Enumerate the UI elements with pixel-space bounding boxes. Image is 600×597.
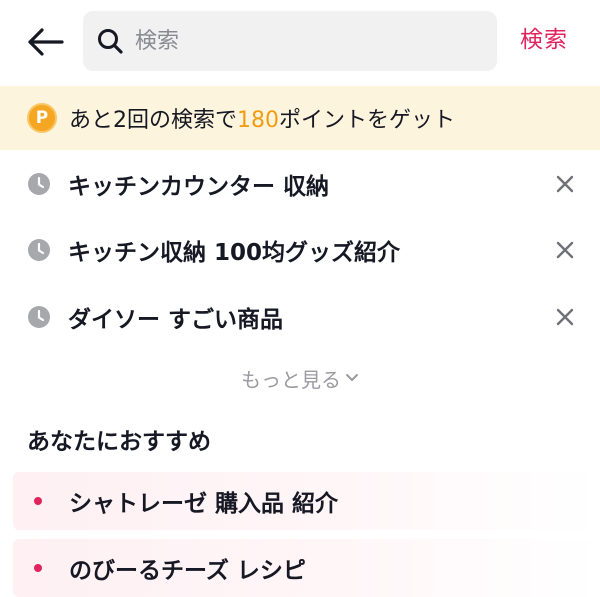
- points-amount: 180: [237, 108, 279, 133]
- close-icon: [556, 175, 574, 193]
- search-button[interactable]: 検索: [520, 22, 568, 58]
- chevron-down-icon: [345, 373, 359, 383]
- show-more-label: もっと見る: [241, 367, 341, 392]
- trend-dot: [34, 497, 42, 505]
- arrow-left-icon: [28, 28, 64, 56]
- remove-history-button[interactable]: [550, 169, 580, 199]
- history-item-label: キッチン収納 100均グッズ紹介: [68, 240, 401, 266]
- history-item-label: ダイソー すごい商品: [68, 307, 284, 333]
- recommend-item-label: のびーるチーズ レシピ: [69, 558, 306, 584]
- points-coin-icon: P: [27, 103, 57, 133]
- trend-dot: [34, 564, 42, 572]
- clock-icon: [26, 304, 52, 330]
- search-header: 検索: [0, 0, 600, 86]
- points-banner-suffix: ポイントをゲット: [279, 108, 456, 133]
- close-icon: [556, 241, 574, 259]
- show-more-button[interactable]: もっと見る: [0, 357, 600, 399]
- points-banner-prefix: あと2回の検索で: [69, 108, 237, 133]
- history-item[interactable]: キッチンカウンター 収納: [0, 151, 600, 217]
- search-input[interactable]: [135, 28, 475, 54]
- history-item[interactable]: ダイソー すごい商品: [0, 284, 600, 350]
- points-banner-text: あと2回の検索で180ポイントをゲット: [69, 102, 455, 134]
- remove-history-button[interactable]: [550, 302, 580, 332]
- search-box[interactable]: [83, 11, 497, 71]
- recommend-item-label: シャトレーゼ 購入品 紹介: [69, 491, 339, 517]
- remove-history-button[interactable]: [550, 235, 580, 265]
- history-item-label: キッチンカウンター 収納: [68, 174, 330, 200]
- recommend-item[interactable]: のびーるチーズ レシピ: [13, 539, 600, 597]
- clock-icon: [26, 171, 52, 197]
- search-icon: [95, 26, 125, 56]
- points-banner[interactable]: P あと2回の検索で180ポイントをゲット: [0, 86, 600, 150]
- recommend-section-title: あなたにおすすめ: [27, 429, 211, 455]
- back-button[interactable]: [22, 22, 68, 62]
- recommend-item[interactable]: シャトレーゼ 購入品 紹介: [13, 472, 600, 530]
- history-item[interactable]: キッチン収納 100均グッズ紹介: [0, 217, 600, 283]
- clock-icon: [26, 237, 52, 263]
- close-icon: [556, 308, 574, 326]
